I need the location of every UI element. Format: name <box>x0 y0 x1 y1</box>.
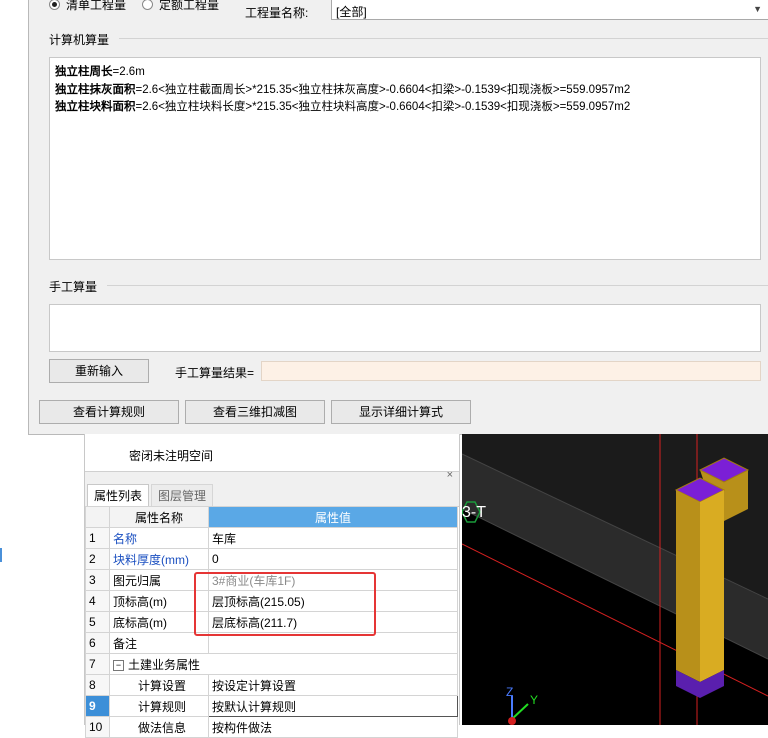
row-number: 1 <box>85 527 110 549</box>
tree-item-space[interactable]: 密闭未注明空间 <box>129 447 213 464</box>
property-name: 计算设置 <box>109 674 209 696</box>
manual-calc-title: 手工算量 <box>49 280 98 294</box>
header-property-value: 属性值 <box>208 506 458 528</box>
manual-result-label: 手工算量结果= <box>175 366 255 380</box>
radio-bill-label: 清单工程量 <box>66 0 127 12</box>
calc-line: 独立柱块料面积=2.6<独立柱块料长度>*215.35<独立柱块料高度>-0.6… <box>55 99 755 117</box>
reinput-button[interactable]: 重新输入 <box>49 359 149 383</box>
table-row[interactable]: 8 计算设置 按设定计算设置 <box>85 674 458 696</box>
computer-calc-title: 计算机算量 <box>49 33 110 47</box>
manual-result-field[interactable] <box>261 361 761 381</box>
show-detail-formula-button[interactable]: 显示详细计算式 <box>331 400 471 424</box>
row-number: 10 <box>85 716 110 738</box>
calc-line-term: 独立柱周长 <box>55 66 113 78</box>
calc-line-formula: =2.6<独立柱截面周长>*215.35<独立柱抹灰高度>-0.6604<扣梁>… <box>135 83 631 96</box>
row-number: 9 <box>85 695 110 717</box>
property-group-label: 土建业务属性 <box>128 657 201 672</box>
group-divider <box>119 38 768 39</box>
axis-origin <box>508 717 516 725</box>
quantity-type-radios: 清单工程量 定额工程量 <box>49 0 219 14</box>
axis-y-label: Y <box>530 693 538 707</box>
row-number: 7 <box>85 653 110 675</box>
quantity-name-label: 工程量名称: <box>245 6 309 20</box>
tab-property-list[interactable]: 属性列表 <box>87 484 150 507</box>
property-value-editor[interactable]: 按默认计算规则 <box>208 695 458 717</box>
table-row[interactable]: 10 做法信息 按构件做法 <box>85 716 458 738</box>
property-group[interactable]: − 土建业务属性 <box>109 653 458 675</box>
highlight-annotation <box>194 572 376 636</box>
table-header-row: 属性名称 属性值 <box>85 506 458 528</box>
calc-line-term: 独立柱块料面积 <box>55 101 136 113</box>
radio-quota-quantity[interactable] <box>142 0 154 10</box>
axis-y-line <box>511 703 529 720</box>
manual-calc-input[interactable] <box>49 304 761 352</box>
group-divider <box>107 285 768 286</box>
close-icon[interactable]: × <box>447 469 453 481</box>
column-front-left <box>676 490 700 682</box>
tab-layer-management[interactable]: 图层管理 <box>151 484 214 506</box>
chevron-down-icon: ▼ <box>753 4 762 14</box>
property-value[interactable]: 按构件做法 <box>208 716 458 738</box>
header-property-name: 属性名称 <box>109 506 209 528</box>
grid-axis-label: 3-T <box>462 504 486 521</box>
property-name: 计算规则 <box>109 695 209 717</box>
row-number: 2 <box>85 548 110 570</box>
calculation-dialog: 清单工程量 定额工程量 工程量名称: [全部] ▼ 计算机算量 独立柱周长=2.… <box>28 0 768 435</box>
row-number: 5 <box>85 611 110 633</box>
view-calc-rules-button[interactable]: 查看计算规则 <box>39 400 179 424</box>
property-name: 备注 <box>109 632 209 654</box>
property-name: 块料厚度(mm) <box>109 548 209 570</box>
table-row[interactable]: 7 − 土建业务属性 <box>85 653 458 675</box>
row-number: 4 <box>85 590 110 612</box>
panel-titlebar: × <box>85 469 459 485</box>
row-number: 3 <box>85 569 110 591</box>
calc-line: 独立柱抹灰面积=2.6<独立柱截面周长>*215.35<独立柱抹灰高度>-0.6… <box>55 82 755 100</box>
row-number: 8 <box>85 674 110 696</box>
calc-line-formula: =2.6<独立柱块料长度>*215.35<独立柱块料高度>-0.6604<扣梁>… <box>135 101 631 113</box>
splitter-marker <box>0 548 2 562</box>
radio-bill-quantity[interactable] <box>49 0 60 10</box>
table-row-selected[interactable]: 9 计算规则 按默认计算规则 <box>85 695 458 717</box>
3d-scene: Z Y <box>462 434 768 725</box>
table-row[interactable]: 1 名称 车库 <box>85 527 458 549</box>
view-3d-deduction-button[interactable]: 查看三维扣减图 <box>185 400 325 424</box>
3d-viewport[interactable]: Z Y 3-T <box>462 434 768 725</box>
property-value[interactable]: 按设定计算设置 <box>208 674 458 696</box>
row-number: 6 <box>85 632 110 654</box>
radio-quota-label: 定额工程量 <box>159 0 220 12</box>
axis-z-label: Z <box>506 685 513 699</box>
calc-line-term: 独立柱抹灰面积 <box>55 83 136 96</box>
header-index <box>85 506 110 528</box>
calc-line: 独立柱周长=2.6m <box>55 64 755 82</box>
computer-calc-text-area[interactable]: 独立柱周长=2.6m 独立柱抹灰面积=2.6<独立柱截面周长>*215.35<独… <box>49 57 761 260</box>
panel-tabs: 属性列表 图层管理 <box>85 484 459 507</box>
property-name: 做法信息 <box>109 716 209 738</box>
property-value[interactable]: 车库 <box>208 527 458 549</box>
property-name: 名称 <box>109 527 209 549</box>
column-front-right <box>700 490 724 682</box>
table-row[interactable]: 2 块料厚度(mm) 0 <box>85 548 458 570</box>
collapse-icon[interactable]: − <box>113 659 124 671</box>
property-value[interactable]: 0 <box>208 548 458 570</box>
calc-line-formula: =2.6m <box>112 66 145 78</box>
quantity-name-value: [全部] <box>336 5 367 19</box>
quantity-name-select[interactable]: [全部] ▼ <box>331 0 768 20</box>
